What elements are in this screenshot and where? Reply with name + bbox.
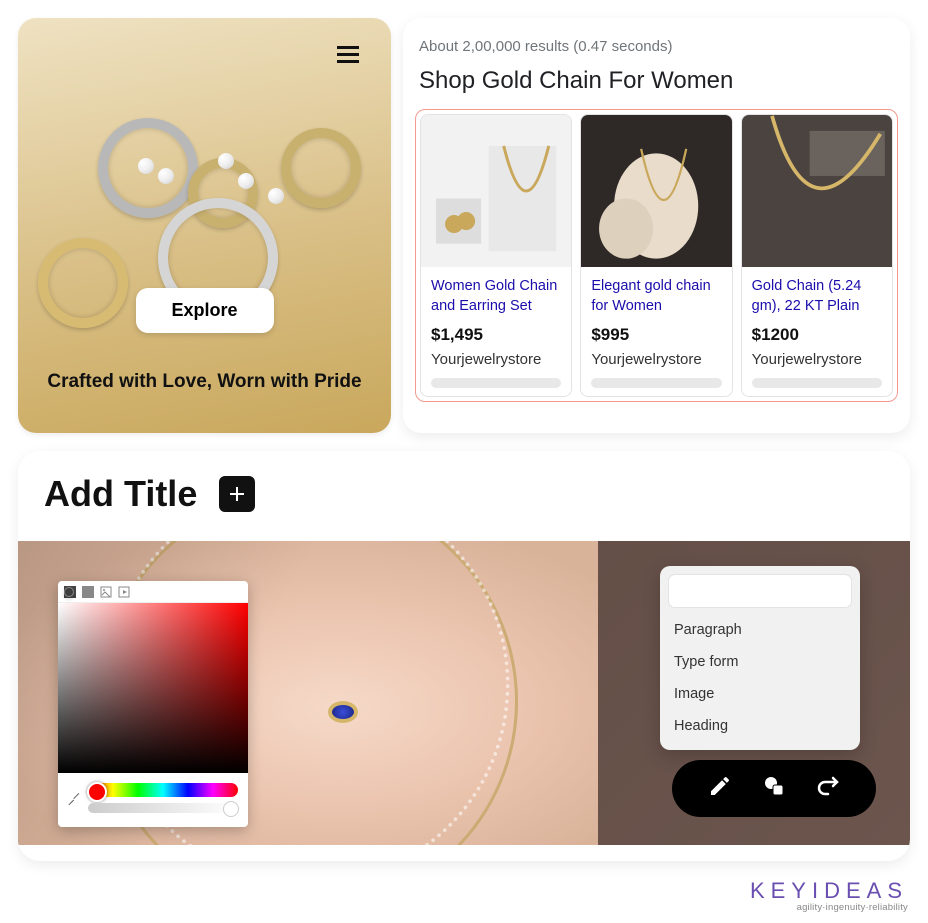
product-card[interactable]: Women Gold Chain and Earring Set $1,495 … [420, 114, 572, 397]
product-title-link[interactable]: Elegant gold chain for Women [591, 277, 721, 317]
block-search-input[interactable] [668, 574, 852, 608]
floating-toolbar [672, 760, 876, 817]
product-price: $1200 [752, 325, 882, 345]
gradient-icon[interactable] [82, 586, 94, 598]
hue-slider[interactable] [88, 783, 238, 797]
product-price: $1,495 [431, 325, 561, 345]
skeleton-line [752, 378, 882, 388]
block-option-heading[interactable]: Heading [668, 710, 852, 742]
color-picker-toolbar [58, 581, 248, 603]
block-option-image[interactable]: Image [668, 678, 852, 710]
image-fill-icon[interactable] [100, 586, 112, 598]
product-title-link[interactable]: Women Gold Chain and Earring Set [431, 277, 561, 317]
page-title-input[interactable]: Add Title [44, 473, 197, 515]
redo-icon[interactable] [816, 774, 840, 803]
color-saturation-area[interactable] [58, 603, 248, 773]
shapes-icon[interactable] [762, 774, 786, 803]
product-price: $995 [591, 325, 721, 345]
block-search-field[interactable] [683, 583, 864, 599]
products-row: Women Gold Chain and Earring Set $1,495 … [415, 109, 898, 402]
hero-tagline: Crafted with Love, Worn with Pride [18, 371, 391, 393]
edit-icon[interactable] [708, 774, 732, 803]
block-option-paragraph[interactable]: Paragraph [668, 614, 852, 646]
product-store: Yourjewelrystore [752, 351, 882, 368]
product-store: Yourjewelrystore [431, 351, 561, 368]
results-heading: Shop Gold Chain For Women [419, 67, 898, 95]
product-store: Yourjewelrystore [591, 351, 721, 368]
search-results-card: About 2,00,000 results (0.47 seconds) Sh… [403, 18, 910, 433]
skeleton-line [591, 378, 721, 388]
footer-brand: KEYIDEAS agility·ingenuity·reliability [750, 878, 908, 913]
product-image [581, 115, 731, 267]
alpha-slider[interactable] [88, 803, 238, 813]
brand-name: KEYIDEAS [750, 878, 908, 904]
hero-card: Explore Crafted with Love, Worn with Pri… [18, 18, 391, 433]
product-card[interactable]: Elegant gold chain for Women $995 Yourje… [580, 114, 732, 397]
hamburger-menu-icon[interactable] [337, 42, 359, 67]
product-card[interactable]: Gold Chain (5.24 gm), 22 KT Plain $1200 … [741, 114, 893, 397]
block-option-typeform[interactable]: Type form [668, 646, 852, 678]
product-image [742, 115, 892, 267]
add-block-button[interactable] [219, 476, 255, 512]
product-title-link[interactable]: Gold Chain (5.24 gm), 22 KT Plain [752, 277, 882, 317]
results-stats: About 2,00,000 results (0.47 seconds) [419, 38, 898, 55]
editor-card: Add Title Paragraph Type form Image Head… [18, 451, 910, 861]
block-inserter-menu: Paragraph Type form Image Heading [660, 566, 860, 750]
product-image [421, 115, 571, 267]
none-fill-icon[interactable] [64, 587, 74, 597]
explore-button[interactable]: Explore [135, 288, 273, 333]
color-picker[interactable] [58, 581, 248, 827]
skeleton-line [431, 378, 561, 388]
eyedropper-icon[interactable] [66, 791, 82, 807]
video-fill-icon[interactable] [118, 586, 130, 598]
